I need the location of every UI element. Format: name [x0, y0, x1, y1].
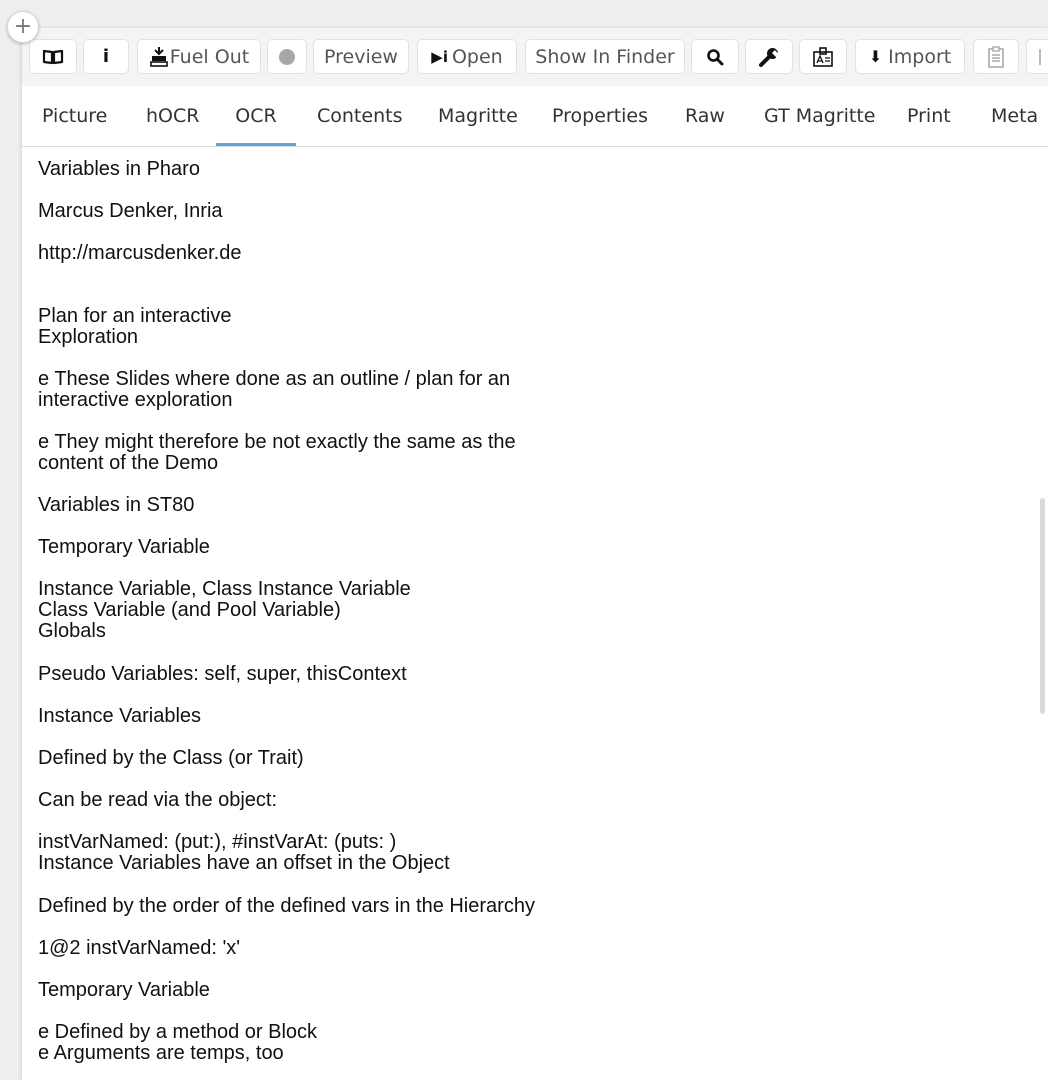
ocr-paragraph: Plan for an interactive Exploration [38, 305, 232, 348]
ocr-paragraph: Marcus Denker, Inria [38, 200, 223, 222]
ocr-paragraph: Temporary Variable [38, 536, 210, 558]
tab-meta[interactable]: Meta [991, 86, 1038, 146]
settings-wrench-button[interactable] [746, 40, 792, 73]
tab-gt-magritte[interactable]: GT Magritte [764, 86, 875, 146]
ocr-paragraph: Defined by the order of the defined vars… [38, 895, 535, 917]
inspector-card-button[interactable] [800, 40, 846, 73]
fuel-out-icon [149, 46, 168, 67]
ocr-paragraph: Defined by the Class (or Trait) [38, 747, 304, 769]
ocr-paragraph: Variables in Pharo [38, 158, 200, 180]
ocr-paragraph: Instance Variable, Class Instance Variab… [38, 578, 411, 642]
search-button[interactable] [692, 40, 738, 73]
ocr-paragraph: e Defined by a method or Block e Argumen… [38, 1021, 318, 1064]
book-button[interactable] [30, 40, 76, 73]
tab-hocr[interactable]: hOCR [146, 86, 199, 146]
info-button[interactable]: i [84, 40, 128, 73]
open-button[interactable]: ▶i Open [418, 40, 516, 73]
info-icon: i [102, 46, 110, 67]
tab-magritte[interactable]: Magritte [438, 86, 518, 146]
fuel-out-button[interactable]: Fuel Out [138, 40, 260, 73]
add-tab-button[interactable]: + [7, 11, 39, 43]
ocr-paragraph: 1@2 instVarNamed: 'x' [38, 937, 241, 959]
wrench-icon [759, 47, 780, 67]
record-icon [279, 48, 295, 65]
ocr-paragraph: e These Slides where done as an outline … [38, 368, 511, 411]
down-arrow-icon: ⬇ [868, 47, 883, 66]
ocr-paragraph: Instance Variables [38, 705, 202, 727]
tab-bar: Picture hOCR OCR Contents Magritte Prope… [22, 86, 1048, 147]
clipboard-icon [988, 45, 1004, 68]
fuel-out-label: Fuel Out [169, 45, 250, 68]
tab-contents[interactable]: Contents [317, 86, 402, 146]
import-label: Import [888, 45, 952, 68]
tab-print[interactable]: Print [907, 86, 951, 146]
plus-icon: + [13, 14, 33, 39]
document-inspector-panel: i Fuel Out Preview ▶i Open Show In Finde… [22, 28, 1048, 1080]
ocr-paragraph: Can be read via the object: [38, 789, 278, 811]
search-icon [707, 48, 724, 65]
ocr-paragraph: Pseudo Variables: self, super, thisConte… [38, 663, 407, 685]
show-in-finder-label: Show In Finder [535, 45, 675, 68]
tab-properties[interactable]: Properties [552, 86, 648, 146]
vertical-scrollbar[interactable] [1040, 498, 1045, 714]
tab-raw[interactable]: Raw [685, 86, 725, 146]
import-button[interactable]: ⬇ Import [856, 40, 964, 73]
clipboard-button[interactable] [974, 40, 1018, 73]
play-info-icon: ▶i [431, 47, 448, 66]
ocr-paragraph: http://marcusdenker.de [38, 242, 242, 264]
more-icon [1039, 48, 1045, 65]
record-button[interactable] [268, 40, 306, 73]
ocr-paragraph: Temporary Variable [38, 979, 210, 1001]
toolbar: i Fuel Out Preview ▶i Open Show In Finde… [22, 28, 1048, 86]
preview-button[interactable]: Preview [314, 40, 408, 73]
ocr-paragraph: e They might therefore be not exactly th… [38, 431, 516, 474]
book-icon [42, 49, 64, 64]
ocr-paragraph: Variables in ST80 [38, 494, 195, 516]
ocr-paragraph: instVarNamed: (put:), #instVarAt: (puts:… [38, 831, 450, 874]
tab-picture[interactable]: Picture [42, 86, 107, 146]
preview-label: Preview [324, 45, 398, 68]
show-in-finder-button[interactable]: Show In Finder [526, 40, 684, 73]
more-button[interactable] [1027, 40, 1048, 73]
open-label: Open [451, 45, 503, 68]
inspector-card-icon [813, 46, 833, 67]
ocr-text-area: Variables in Pharo Marcus Denker, Inria … [22, 147, 1048, 1080]
tab-ocr[interactable]: OCR [216, 86, 296, 146]
